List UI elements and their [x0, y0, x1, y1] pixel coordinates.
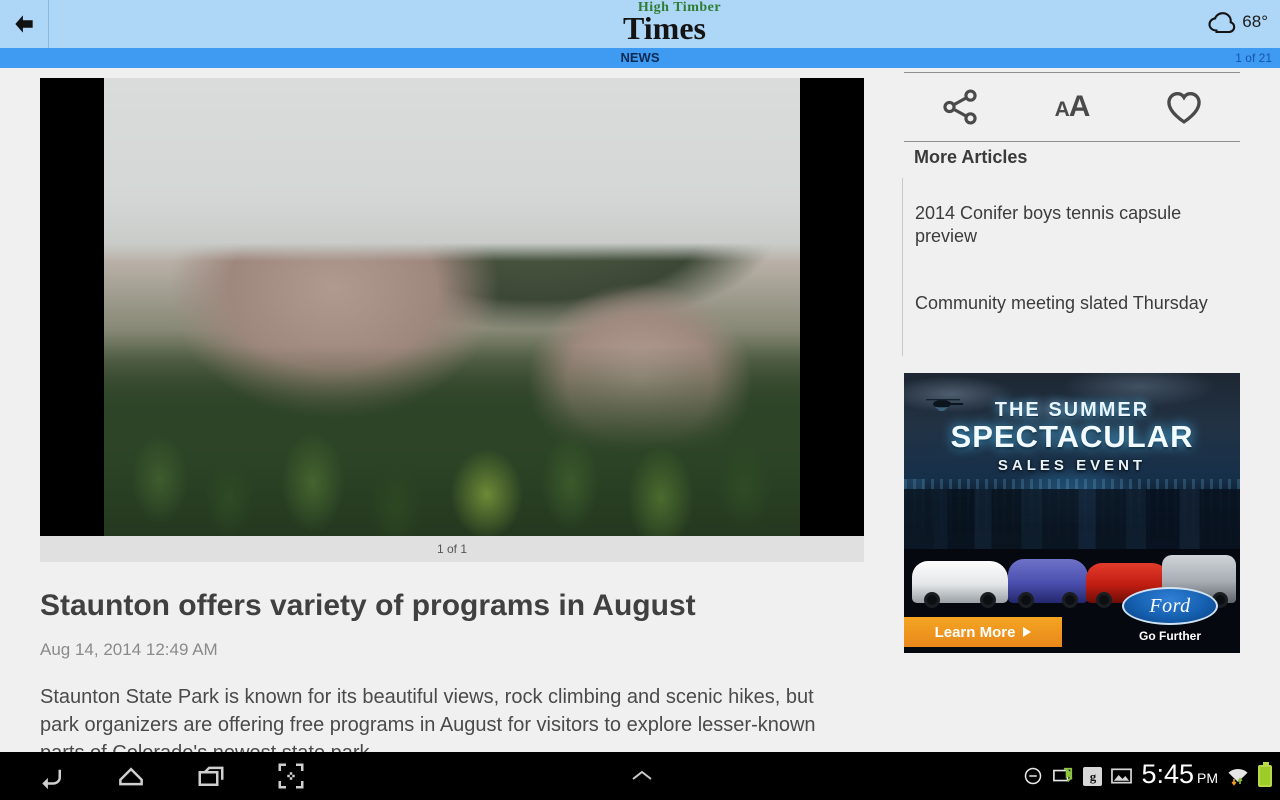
ad-title-line2: SPECTACULAR — [950, 419, 1194, 454]
back-button[interactable] — [0, 0, 48, 48]
list-item[interactable]: Community meeting slated Thursday — [915, 292, 1235, 315]
usb-transfer-icon — [1053, 767, 1073, 783]
battery-icon — [1258, 762, 1272, 787]
nav-buttons — [10, 752, 312, 800]
page-counter: 1 of 21 — [1235, 51, 1272, 65]
clock-ampm: PM — [1197, 769, 1218, 786]
photo-counter-caption: 1 of 1 — [40, 536, 864, 562]
section-title[interactable]: NEWS — [0, 48, 1280, 68]
nav-back-button[interactable] — [30, 755, 72, 797]
advertisement-banner[interactable]: THE SUMMER SPECTACULAR SALES EVENT Learn… — [904, 373, 1240, 653]
arrow-right-icon — [1023, 627, 1032, 637]
wifi-status — [1227, 765, 1249, 787]
chevron-up-icon — [632, 770, 652, 780]
ford-tagline: Go Further — [1139, 629, 1201, 643]
nav-screenshot-icon — [278, 763, 304, 789]
back-arrow-icon — [15, 15, 33, 33]
status-bar[interactable]: g 5:45 PM — [1023, 752, 1272, 800]
nav-back-icon — [42, 769, 61, 790]
photo-foreground-trees — [104, 346, 800, 536]
image-icon — [1111, 768, 1133, 784]
usb-transfer-status — [1052, 766, 1074, 786]
do-not-disturb-icon — [1025, 767, 1042, 785]
article-timestamp: Aug 14, 2014 12:49 AM — [40, 640, 218, 659]
article-photo — [104, 78, 800, 536]
favorite-heart-icon — [1167, 92, 1201, 124]
nav-recents-icon — [198, 766, 224, 786]
article-photo-frame[interactable] — [40, 78, 864, 536]
nav-home-icon — [119, 767, 143, 786]
wifi-icon — [1228, 769, 1248, 786]
masthead-logo[interactable]: High Timber Times — [49, 0, 1280, 48]
more-articles-list: 2014 Conifer boys tennis capsule preview… — [902, 178, 1240, 356]
favorite-button[interactable] — [1148, 77, 1220, 137]
ad-car-white — [912, 561, 1008, 608]
ford-logo: Ford — [1122, 587, 1218, 625]
nav-recents-button[interactable] — [190, 755, 232, 797]
google-plus-icon: g — [1083, 766, 1103, 786]
toolbar-divider-bottom — [904, 141, 1240, 142]
weather-widget[interactable]: 68° — [1207, 10, 1268, 34]
share-icon — [943, 89, 977, 125]
logo-main-line: Times — [623, 10, 706, 46]
app-root: High Timber Times 68° NEWS 1 of 21 1 of … — [0, 0, 1280, 800]
ad-car-blue — [1008, 559, 1088, 608]
article-toolbar: AA — [904, 73, 1240, 141]
clock-time: 5:45 — [1141, 758, 1194, 789]
image-status — [1111, 767, 1133, 785]
article-headline: Staunton offers variety of programs in A… — [40, 589, 696, 622]
clock: 5:45 PM — [1141, 758, 1218, 792]
nav-home-button[interactable] — [110, 755, 152, 797]
ad-cta-label: Learn More — [934, 623, 1016, 641]
article-content: 1 of 1 Staunton offers variety of progra… — [0, 68, 888, 752]
share-button[interactable] — [924, 77, 996, 137]
nav-expand-button[interactable] — [618, 752, 666, 800]
do-not-disturb-status — [1023, 766, 1043, 786]
app-bar: High Timber Times 68° — [0, 0, 1280, 48]
ad-subtitle: SALES EVENT — [997, 457, 1147, 474]
temperature-label: 68° — [1242, 12, 1268, 31]
section-bar: NEWS 1 of 21 — [0, 48, 1280, 68]
text-size-button[interactable]: AA — [1036, 77, 1108, 137]
cloud-icon — [1208, 12, 1236, 34]
ford-logo-label: Ford — [1149, 594, 1191, 617]
sidebar: AA More Articles 2014 Conifer boys tenni… — [888, 68, 1280, 752]
nav-screenshot-button[interactable] — [270, 755, 312, 797]
ad-learn-more-button[interactable]: Learn More — [904, 617, 1062, 647]
article-body: Staunton State Park is known for its bea… — [40, 686, 816, 752]
android-nav-bar: g 5:45 PM — [0, 752, 1280, 800]
text-size-icon: AA — [1054, 90, 1091, 123]
more-articles-title: More Articles — [914, 147, 1028, 167]
list-item[interactable]: 2014 Conifer boys tennis capsule preview — [915, 202, 1235, 248]
